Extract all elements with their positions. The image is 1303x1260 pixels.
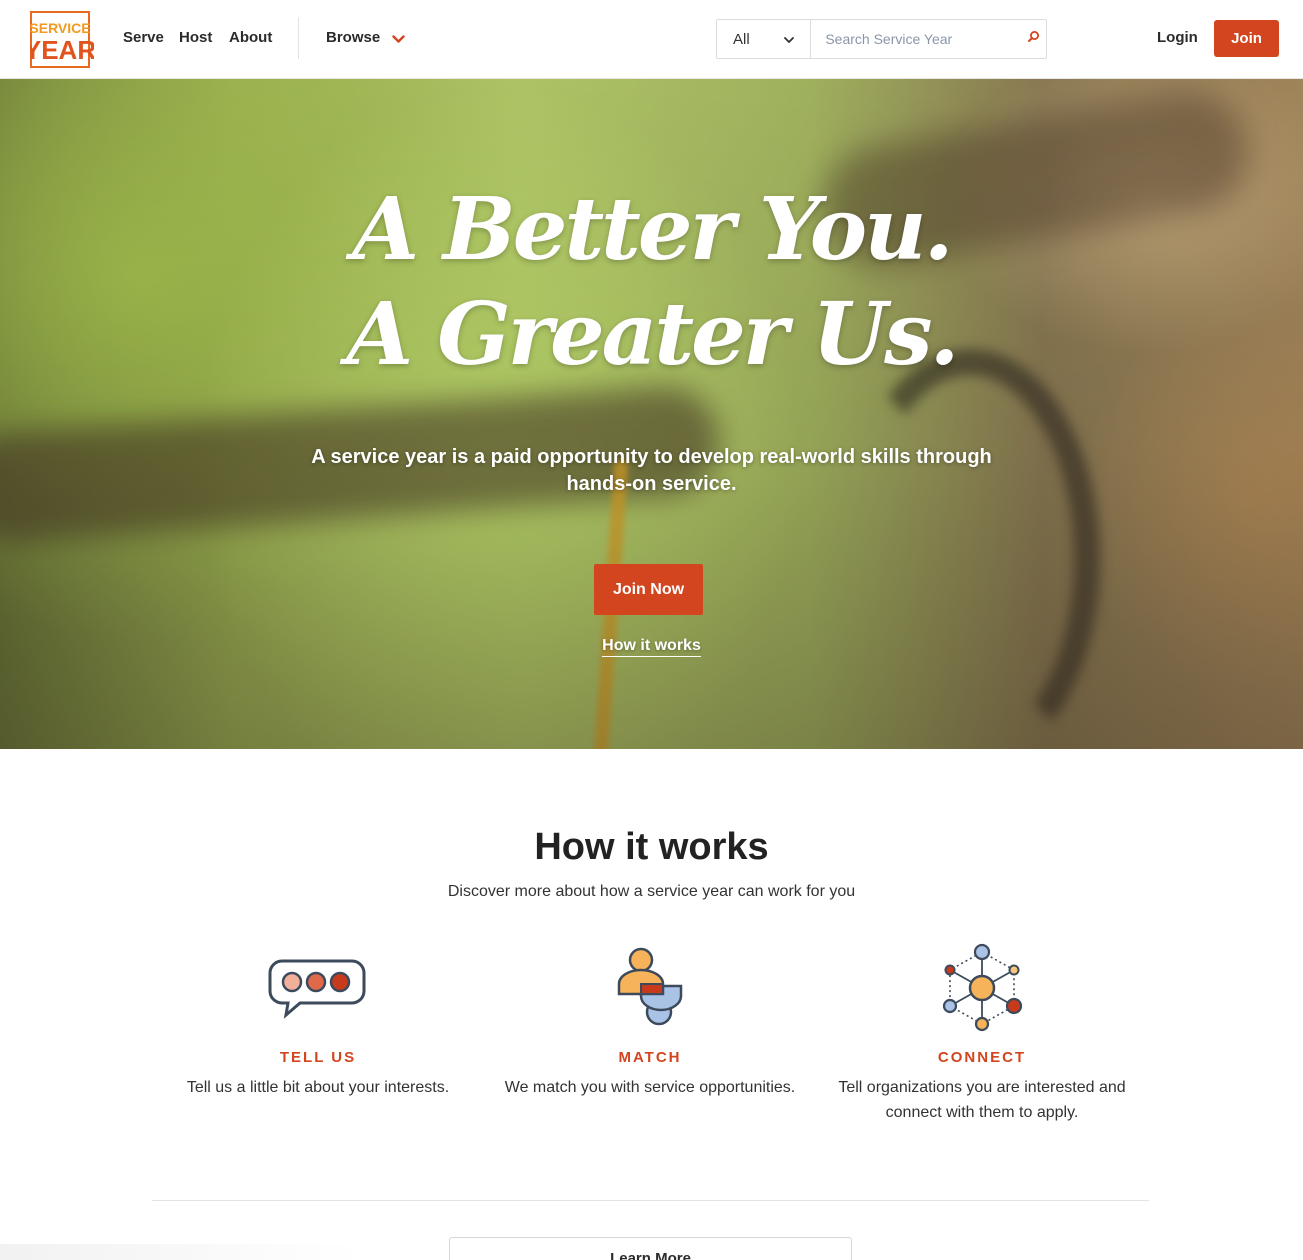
how-it-works-link-wrap: How it works	[0, 637, 1303, 657]
learn-more-button[interactable]: Learn More	[449, 1237, 852, 1260]
login-link[interactable]: Login	[1157, 29, 1198, 46]
step-tell-us: TELL US Tell us a little bit about your …	[168, 940, 468, 1100]
how-it-works-subtitle: Discover more about how a service year c…	[447, 883, 856, 900]
step-connect: CONNECT Tell organizations you are inter…	[832, 940, 1132, 1125]
search-button[interactable]	[1020, 20, 1046, 58]
network-icon	[832, 940, 1132, 1035]
hero-headline-line1: A Better You.	[352, 179, 953, 280]
step-label: MATCH	[618, 1049, 682, 1066]
how-it-works-title: How it works	[534, 826, 769, 868]
step-description: We match you with service opportunities.	[504, 1079, 796, 1096]
nav-about[interactable]: About	[229, 29, 272, 46]
browse-label: Browse	[326, 29, 381, 46]
hero-headline-line2: A Greater Us.	[346, 284, 960, 385]
search-category-select[interactable]: All	[717, 20, 812, 58]
site-header: SERVICE YEAR Serve Host About Browse All…	[0, 0, 1303, 79]
section-divider	[152, 1200, 1149, 1201]
step-description: Tell organizations you are interested an…	[838, 1079, 1126, 1121]
hero-subtitle: A service year is a paid opportunity to …	[311, 446, 992, 495]
join-now-button[interactable]: Join Now	[594, 564, 703, 615]
how-it-works-link[interactable]: How it works	[602, 637, 701, 657]
join-button[interactable]: Join	[1214, 20, 1279, 57]
select-chevron-icon	[784, 31, 795, 48]
search-icon	[1027, 30, 1040, 48]
step-label: CONNECT	[937, 1049, 1027, 1066]
step-label: TELL US	[279, 1049, 357, 1066]
match-people-icon	[500, 940, 800, 1035]
service-year-logo[interactable]: SERVICE YEAR	[24, 11, 96, 68]
step-description: Tell us a little bit about your interest…	[186, 1079, 450, 1096]
browse-menu[interactable]: Browse	[326, 29, 405, 46]
logo-text-service: SERVICE	[30, 20, 91, 36]
logo-text-year: YEAR	[30, 35, 94, 65]
hero-banner: A Better You. A Greater Us. A service ye…	[0, 79, 1303, 749]
chat-bubble-icon	[168, 940, 468, 1035]
search-bar: All	[716, 19, 1047, 59]
nav-host[interactable]: Host	[179, 29, 212, 46]
nav-divider	[298, 17, 299, 59]
chevron-down-icon	[392, 31, 405, 43]
step-match: MATCH We match you with service opportun…	[500, 940, 800, 1100]
search-input[interactable]	[811, 20, 1021, 58]
search-category-value: All	[733, 30, 750, 48]
cookie-banner-edge	[0, 1244, 360, 1260]
nav-serve[interactable]: Serve	[123, 29, 164, 46]
